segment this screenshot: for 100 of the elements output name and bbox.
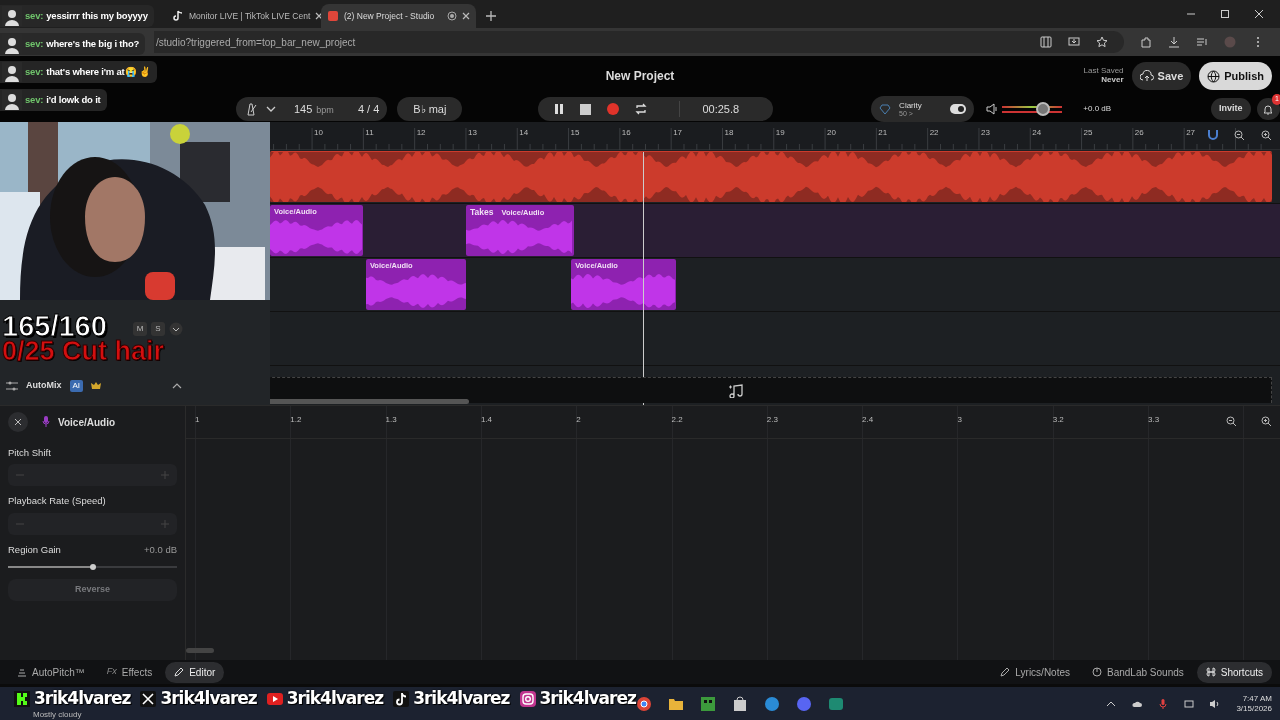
ruler-number: 10 [314,127,323,139]
volume-icon[interactable] [1210,698,1221,709]
chat-message: i'd lowk do it [46,92,101,107]
bottom-button[interactable]: Lyrics/Notes [991,661,1079,683]
ruler-number: 14 [519,127,529,139]
region-gain-label: Region Gain [8,542,61,557]
star-icon[interactable] [1096,36,1108,48]
caret-icon[interactable] [172,381,182,390]
goal-text: 0/25 Cut hair [2,336,165,368]
social-handle: 3rik4lvarez [539,687,636,710]
ruler-number: 2 [576,414,581,426]
cloud-upload-icon [1139,70,1154,82]
mute-button[interactable]: M [133,322,147,336]
ruler-number: 3.2 [1052,414,1064,426]
ruler-number: 2.2 [671,414,683,426]
browser-icon[interactable] [636,695,653,712]
close-icon[interactable] [14,418,22,426]
ruler-number: 22 [929,127,939,139]
publish-button[interactable]: Publish [1199,62,1272,90]
ruler-number: 3 [957,414,962,426]
volume-thumb[interactable] [1035,102,1050,116]
bottom-tab[interactable]: Editor [165,661,225,683]
url-text: /studio?triggered_from=top_bar_new_project [156,35,356,50]
pencil-icon [1000,667,1011,677]
globe-icon [1207,69,1221,83]
speaker-icon[interactable] [985,103,998,115]
save-button[interactable]: Save [1131,62,1192,90]
caret-icon[interactable] [266,105,276,113]
chat-message: that's where i'm at😭 ✌ [46,64,151,79]
install-icon[interactable] [1068,36,1080,48]
zoom-out-icon[interactable] [1234,130,1245,141]
weather-text: Mostly cloudy [33,711,82,719]
record-icon[interactable] [607,103,620,115]
microphone-icon[interactable] [1158,698,1169,709]
browser-tab[interactable]: (2) New Project - Studio [321,4,476,28]
studio-icon [327,10,339,22]
ruler-number: 1.2 [290,414,302,426]
solo-button[interactable]: S [151,322,165,336]
download-icon[interactable] [1168,36,1180,48]
command-icon [1205,667,1216,677]
clock-time: 7:47 AM [1241,693,1272,704]
social-handle: 3rik4lvarez [413,687,510,710]
close-button[interactable] [8,412,28,432]
time-signature[interactable]: 4 / 4 [357,100,380,118]
last-saved-value: Never [1100,76,1124,85]
bottom-tab[interactable]: Fx Effects [97,661,162,683]
magnet-icon[interactable] [1208,130,1218,140]
ruler-number: 2.3 [766,414,778,426]
stop-icon[interactable] [580,103,592,115]
ruler-number: 1 [195,414,200,426]
zoom-in-icon[interactable] [1261,130,1272,141]
ruler-number: 17 [673,127,683,139]
new-tab-icon[interactable] [486,11,496,21]
reader-icon[interactable] [1040,36,1052,48]
bottom-button[interactable]: Shortcuts [1196,661,1272,683]
chat-username: sev: [25,36,44,51]
network-icon[interactable] [1184,698,1195,709]
playlist-icon[interactable] [1196,36,1208,48]
takes-label: Takes [469,207,494,217]
volume-slider[interactable] [1001,102,1063,116]
ruler-number: 1.4 [480,414,492,426]
game-icon[interactable] [700,695,717,712]
store-icon[interactable] [732,695,749,712]
gain-reading: +0.0 dB [144,542,177,557]
pause-icon[interactable] [554,103,565,115]
bottom-tab[interactable]: AutoPitch™ [8,661,94,683]
tempo-control[interactable]: 145 bpm 4 / 4 [236,97,388,121]
scrollbar-thumb[interactable] [186,648,214,653]
music-note-icon [729,383,745,398]
scrollbar-thumb[interactable] [270,399,469,404]
invite-button[interactable]: Invite [1211,98,1251,120]
crown-icon [91,381,102,391]
record-icon [447,11,457,21]
close-icon[interactable] [1254,9,1264,19]
ruler-number: 26 [1134,127,1144,139]
caret-icon[interactable] [169,322,183,336]
toggle-switch[interactable] [949,104,966,114]
diamond-icon [879,103,892,115]
ruler-number: 27 [1186,127,1196,139]
address-bar[interactable]: /studio?triggered_from=top_bar_new_project [154,31,1124,53]
bottom-button[interactable]: BandLab Sounds [1083,661,1193,683]
loop-icon[interactable] [635,103,648,115]
clock-date: 3/15/2026 [1236,703,1272,714]
playback-rate-label: Playback Rate (Speed) [8,494,107,509]
chat-username: sev: [25,92,44,107]
time-display: 00:25.8 [679,100,758,118]
ruler-number: 25 [1083,127,1093,139]
clarity-label: Clarity [899,101,922,110]
ai-badge: AI [69,379,84,392]
ruler-number: 16 [621,127,631,139]
zoom-out-icon[interactable] [1226,416,1237,427]
maximize-icon[interactable] [1220,9,1230,19]
close-icon[interactable] [462,12,470,20]
key-button[interactable]: B♭ maj [397,97,463,121]
ruler-number: 11 [365,127,374,139]
metronome-icon[interactable] [244,102,258,116]
chat-message: yessirrr this my boyyyy [46,8,148,23]
bell-icon [1263,103,1274,115]
ruler-number: 3.3 [1148,414,1160,426]
zoom-in-icon[interactable] [1261,416,1272,427]
